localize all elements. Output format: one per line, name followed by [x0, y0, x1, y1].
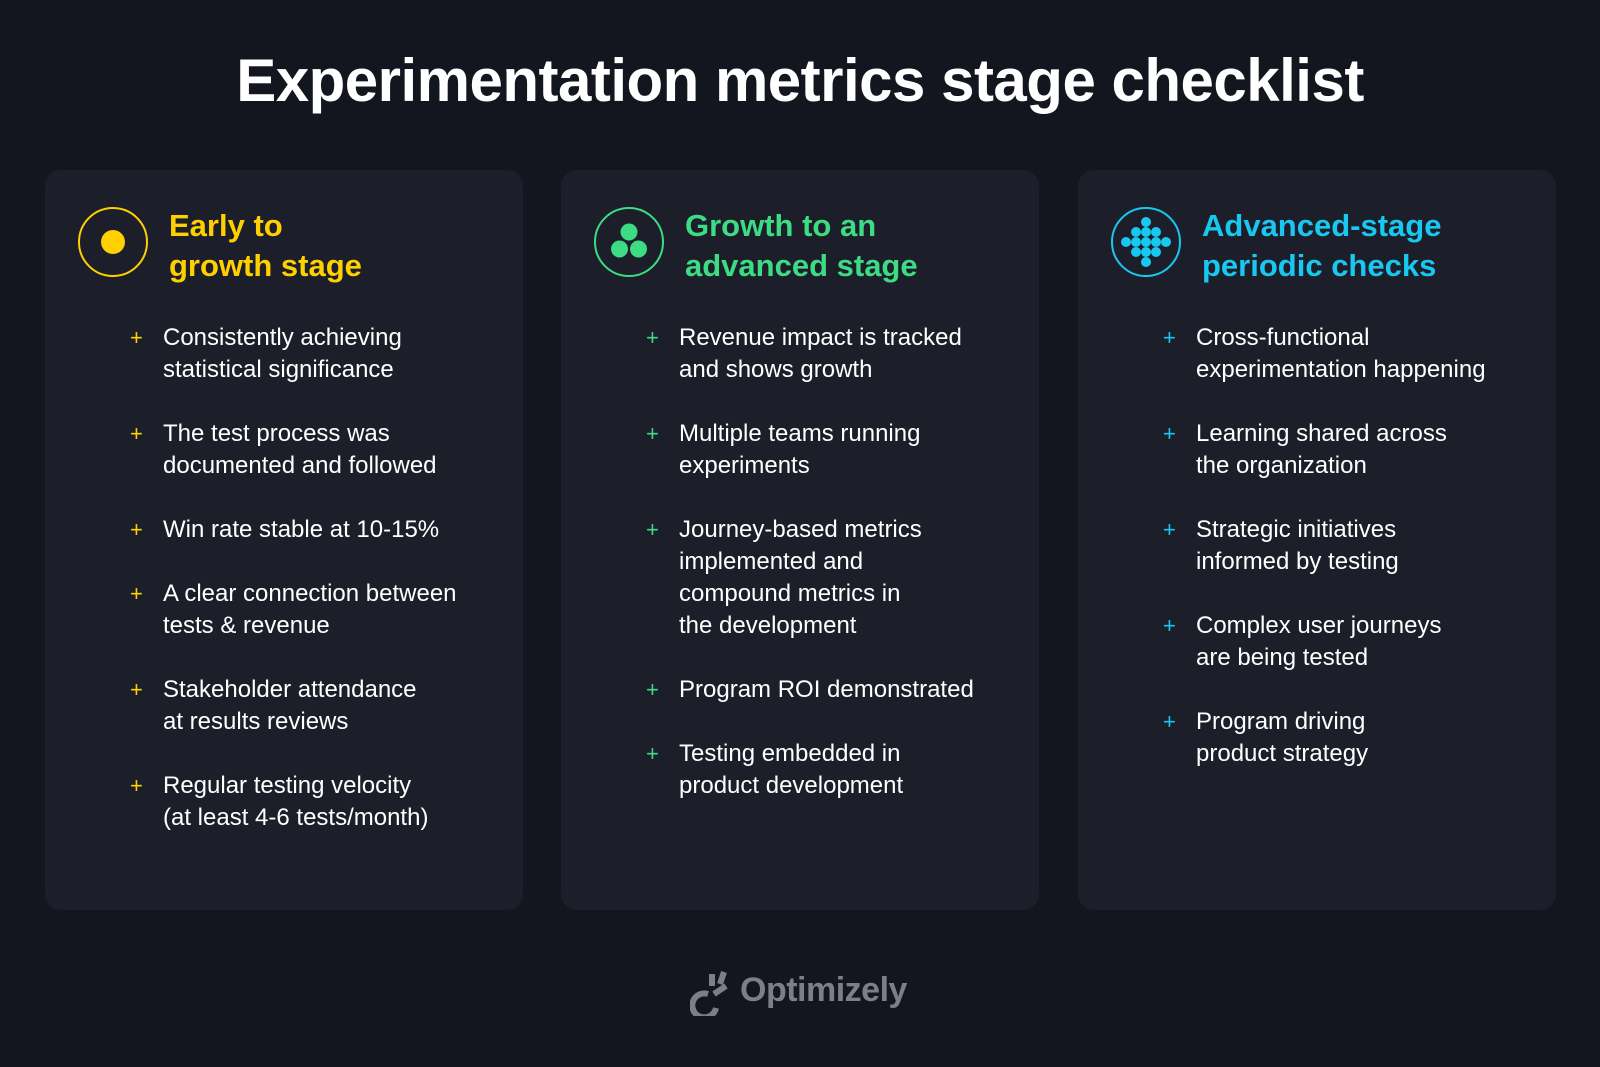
list-item: + Program ROI demonstrated: [646, 674, 1019, 706]
list-item: + Journey-based metrics implemented and c…: [646, 514, 1019, 642]
list-item: + Cross-functional experimentation happen…: [1163, 322, 1536, 386]
item-text: Program driving product strategy: [1196, 708, 1369, 767]
card-growth-to-advanced: Growth to an advanced stage + Revenue imp…: [561, 170, 1039, 910]
list-item: + The test process was documented and fol…: [130, 418, 503, 482]
plus-icon: +: [1163, 517, 1176, 542]
item-text: Multiple teams running experiments: [679, 420, 921, 479]
brand-logo: Optimizely: [690, 964, 907, 1016]
list-item: + Revenue impact is tracked and shows gro…: [646, 322, 1019, 386]
card-header: Growth to an advanced stage: [593, 206, 918, 286]
plus-icon: +: [646, 741, 659, 766]
optimizely-logo-icon: [690, 971, 728, 1016]
card-title: Early to growth stage: [169, 208, 362, 283]
plus-icon: +: [130, 677, 143, 702]
item-text: Regular testing velocity (at least 4-6 t…: [163, 772, 429, 831]
item-text: Testing embedded in product development: [679, 740, 904, 799]
item-text: Program ROI demonstrated: [679, 676, 974, 703]
item-text: Revenue impact is tracked and shows grow…: [679, 324, 962, 383]
list-item: + Complex user journeys are being tested: [1163, 610, 1536, 674]
plus-icon: +: [1163, 709, 1176, 734]
list-item: + A clear connection between tests & reve…: [130, 578, 503, 642]
list-item: + Strategic initiatives informed by testi…: [1163, 514, 1536, 578]
plus-icon: +: [646, 677, 659, 702]
plus-icon: +: [130, 421, 143, 446]
brand-name: Optimizely: [740, 970, 907, 1009]
item-text: Consistently achieving statistical signi…: [163, 324, 402, 383]
list-item: + Regular testing velocity (at least 4-6 …: [130, 770, 503, 834]
item-text: A clear connection between tests & reven…: [163, 580, 457, 639]
plus-icon: +: [646, 421, 659, 446]
plus-icon: +: [1163, 325, 1176, 350]
three-dots-icon: [594, 207, 664, 277]
item-text: Cross-functional experimentation happeni…: [1196, 324, 1486, 383]
item-text: Journey-based metrics implemented and co…: [679, 516, 922, 639]
plus-icon: +: [130, 517, 143, 542]
list-item: + Testing embedded in product development: [646, 738, 1019, 802]
item-text: Stakeholder attendance at results review…: [163, 676, 417, 735]
list-item: + Stakeholder attendance at results revie…: [130, 674, 503, 738]
plus-icon: +: [130, 325, 143, 350]
item-text: The test process was documented and foll…: [163, 420, 437, 479]
checklist: + Cross-functional experimentation happen…: [1163, 322, 1536, 802]
checklist: + Revenue impact is tracked and shows gro…: [646, 322, 1019, 834]
plus-icon: +: [646, 325, 659, 350]
card-title: Growth to an advanced stage: [685, 208, 918, 283]
plus-icon: +: [1163, 421, 1176, 446]
checklist: + Consistently achieving statistical sign…: [130, 322, 503, 866]
page-title: Experimentation metrics stage checklist: [236, 47, 1364, 114]
list-item: + Learning shared across the organization: [1163, 418, 1536, 482]
card-advanced-periodic: Advanced-stage periodic checks + Cross-fu…: [1078, 170, 1556, 910]
plus-icon: +: [1163, 613, 1176, 638]
card-early-to-growth: Early to growth stage + Consistently achi…: [45, 170, 523, 910]
item-text: Strategic initiatives informed by testin…: [1196, 516, 1399, 575]
card-title: Advanced-stage periodic checks: [1202, 208, 1442, 283]
item-text: Learning shared across the organization: [1196, 420, 1447, 479]
card-header: Advanced-stage periodic checks: [1110, 206, 1441, 286]
list-item: + Win rate stable at 10-15%: [130, 514, 503, 546]
dot-grid-diamond-icon: [1111, 207, 1181, 277]
list-item: + Program driving product strategy: [1163, 706, 1536, 770]
plus-icon: +: [130, 773, 143, 798]
card-header: Early to growth stage: [77, 206, 362, 286]
target-dot-icon: [78, 207, 148, 277]
plus-icon: +: [646, 517, 659, 542]
list-item: + Multiple teams running experiments: [646, 418, 1019, 482]
plus-icon: +: [130, 581, 143, 606]
item-text: Complex user journeys are being tested: [1196, 612, 1442, 671]
list-item: + Consistently achieving statistical sign…: [130, 322, 503, 386]
item-text: Win rate stable at 10-15%: [163, 516, 440, 543]
